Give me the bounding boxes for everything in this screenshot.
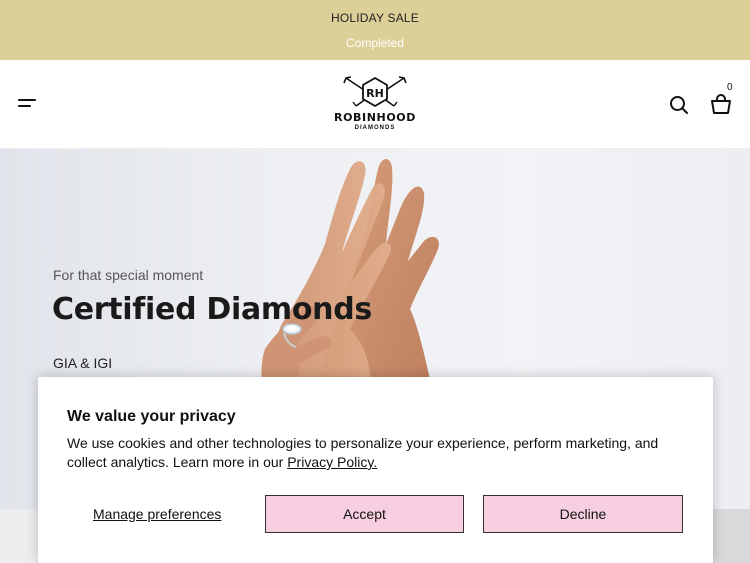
cookie-title: We value your privacy [67,408,236,425]
announcement-title: HOLIDAY SALE [331,11,419,25]
product-thumbnail[interactable] [712,509,750,563]
cookie-consent-banner: We value your privacy We use cookies and… [38,377,713,563]
site-logo[interactable]: RH ROBINHOOD DIAMONDS [320,74,430,136]
manage-preferences-button[interactable]: Manage preferences [93,506,221,522]
cart-count-badge: 0 [727,82,733,93]
logo-monogram: RH [366,87,384,100]
logo-brand-text: ROBINHOOD [334,111,416,124]
logo-sub-text: DIAMONDS [354,125,396,131]
logo-emblem-icon: RH [343,76,407,108]
privacy-policy-link[interactable]: Privacy Policy. [287,454,377,470]
hero-kicker: For that special moment [53,267,204,283]
site-header: RH ROBINHOOD DIAMONDS 0 [0,60,750,149]
hero-tag: GIA & IGI [53,355,113,371]
product-thumbnail[interactable] [0,509,40,563]
hero-headline: Certified Diamonds [52,292,372,327]
decline-button[interactable]: Decline [483,495,683,533]
announcement-bar: HOLIDAY SALE Completed [0,0,750,60]
announcement-subtitle[interactable]: Completed [0,36,750,50]
cookie-body: We use cookies and other technologies to… [67,434,687,472]
search-icon[interactable] [668,94,690,116]
accept-button[interactable]: Accept [265,495,464,533]
menu-icon[interactable] [18,96,38,112]
shopping-bag-icon[interactable] [709,93,733,115]
